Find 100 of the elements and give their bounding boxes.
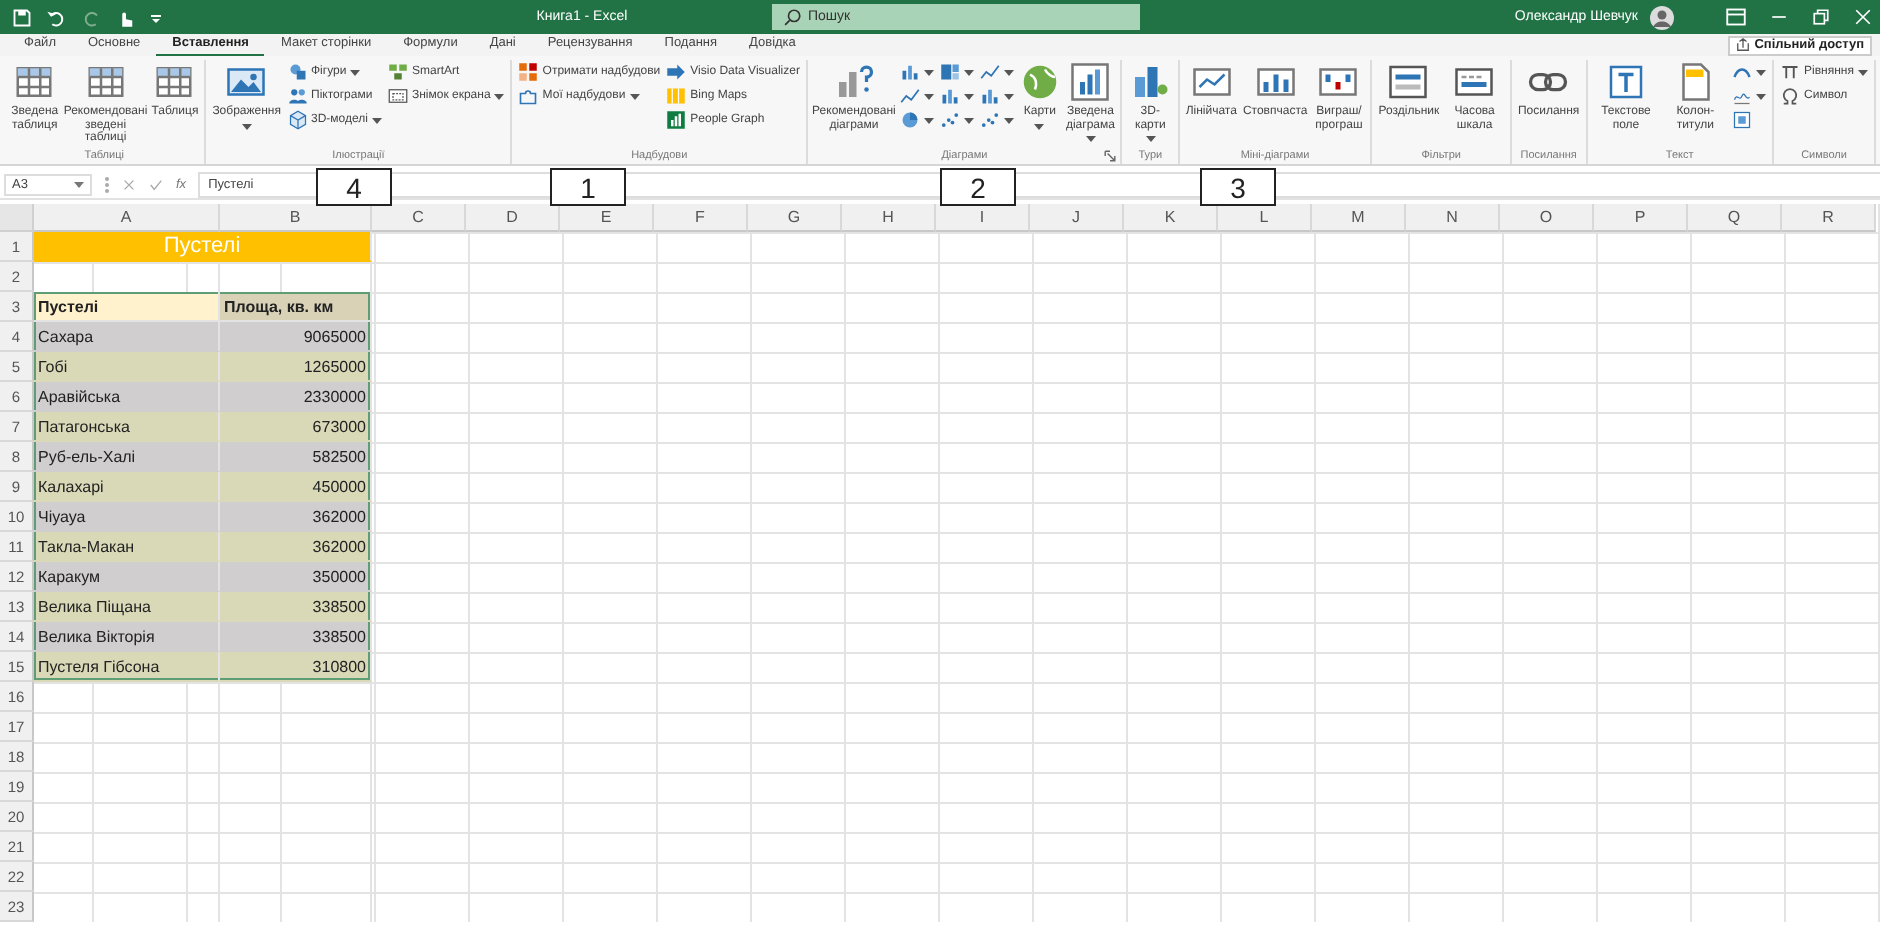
table-cell: Аравійська xyxy=(34,382,220,412)
ribbon-button[interactable] xyxy=(977,86,1016,106)
launcher-icon[interactable] xyxy=(1104,150,1117,162)
line-icon xyxy=(979,62,1000,82)
restore-icon[interactable] xyxy=(1812,8,1830,26)
cube-icon xyxy=(287,110,307,130)
ribbon-button[interactable] xyxy=(897,62,936,82)
table-cell: Сахара xyxy=(34,322,220,352)
caret-icon[interactable] xyxy=(148,9,164,25)
column-header[interactable]: N xyxy=(1406,204,1500,232)
check-icon[interactable] xyxy=(148,177,164,191)
map-icon xyxy=(666,86,687,106)
column-header[interactable]: F xyxy=(654,204,748,232)
object-icon xyxy=(1732,110,1753,130)
column-header[interactable]: I xyxy=(936,204,1030,232)
ribbon-button[interactable] xyxy=(897,110,936,130)
ribbon-button[interactable] xyxy=(1730,62,1769,82)
map3d-icon xyxy=(1130,62,1171,102)
column-header[interactable]: A xyxy=(34,204,220,232)
table-cell: 9065000 xyxy=(220,322,372,352)
graph-icon xyxy=(666,110,687,130)
callout-label: 3 xyxy=(1200,168,1276,206)
table-cell: Руб-ель-Халі xyxy=(34,442,220,472)
table-cell: Пустелі xyxy=(34,232,372,262)
column-header[interactable]: R xyxy=(1782,204,1876,232)
table-cell: Каракум xyxy=(34,562,220,592)
share-icon xyxy=(1736,38,1751,52)
column-header[interactable]: D xyxy=(466,204,560,232)
arrow-icon xyxy=(666,62,687,82)
scatter-icon xyxy=(939,110,960,130)
pie-icon xyxy=(899,110,920,130)
table-cell: Пустеля Гібсона xyxy=(34,652,220,682)
omega-icon xyxy=(1780,86,1801,106)
table-cell: Гобі xyxy=(34,352,220,382)
picture-icon xyxy=(226,62,267,102)
line-icon xyxy=(899,86,920,106)
scatter-icon xyxy=(979,110,1000,130)
close-icon[interactable] xyxy=(1854,8,1872,26)
table-cell: Площа, кв. км xyxy=(220,292,372,322)
table-cell: 582500 xyxy=(220,442,372,472)
ribbon-button[interactable] xyxy=(977,62,1016,82)
table-cell: 673000 xyxy=(220,412,372,442)
pivotchart-icon xyxy=(1070,62,1111,102)
table-cell: 338500 xyxy=(220,592,372,622)
callout-label: 4 xyxy=(316,168,392,206)
table-cell: Калахарі xyxy=(34,472,220,502)
table-cell: Велика Піщана xyxy=(34,592,220,622)
table-cell: 450000 xyxy=(220,472,372,502)
column-header[interactable]: M xyxy=(1312,204,1406,232)
ribbon-button[interactable] xyxy=(897,86,936,106)
undo-icon[interactable] xyxy=(44,7,68,27)
column-header[interactable]: P xyxy=(1594,204,1688,232)
table-cell: Велика Вікторія xyxy=(34,622,220,652)
table-cell: 2330000 xyxy=(220,382,372,412)
table-cell: 310800 xyxy=(220,652,372,682)
column-header[interactable]: B xyxy=(220,204,372,232)
column-header[interactable]: H xyxy=(842,204,936,232)
column-header[interactable]: K xyxy=(1124,204,1218,232)
table-cell: 1265000 xyxy=(220,352,372,382)
textbox-icon xyxy=(1605,62,1646,102)
arc-icon xyxy=(1732,62,1753,82)
ribbon-button[interactable] xyxy=(937,62,976,82)
callout-label: 2 xyxy=(940,168,1016,206)
column-header[interactable]: Q xyxy=(1688,204,1782,232)
bars-icon xyxy=(899,62,920,82)
avatar[interactable] xyxy=(1650,5,1674,29)
callout-label: 1 xyxy=(550,168,626,206)
globe-icon xyxy=(1019,62,1060,102)
hand-icon[interactable] xyxy=(116,7,136,27)
chart-icon xyxy=(833,62,874,102)
people-icon xyxy=(287,86,307,106)
treemap-icon xyxy=(939,62,960,82)
shapes-icon xyxy=(287,62,307,82)
ribbon-button[interactable] xyxy=(937,110,976,130)
ribbon-button[interactable] xyxy=(937,86,976,106)
column-header[interactable]: E xyxy=(560,204,654,232)
table-icon xyxy=(85,62,126,102)
grip-icon xyxy=(104,175,110,193)
column-header[interactable]: C xyxy=(372,204,466,232)
equation-icon xyxy=(1780,62,1801,82)
table-cell: Чіуауа xyxy=(34,502,220,532)
ribbon-display-icon[interactable] xyxy=(1726,8,1746,26)
column-header[interactable]: L xyxy=(1218,204,1312,232)
sparkcol-icon xyxy=(1255,62,1296,102)
table-icon xyxy=(154,62,195,102)
table-cell: 338500 xyxy=(220,622,372,652)
column-header[interactable]: G xyxy=(748,204,842,232)
table-cell: Патагонська xyxy=(34,412,220,442)
table-cell: 362000 xyxy=(220,502,372,532)
screenshot-icon xyxy=(387,86,408,106)
slicer-icon xyxy=(1388,62,1429,102)
bars-icon xyxy=(979,86,1000,106)
column-header[interactable]: O xyxy=(1500,204,1594,232)
diagram-icon xyxy=(387,62,408,82)
ribbon-button[interactable] xyxy=(977,110,1016,130)
caret-icon xyxy=(74,181,84,187)
save-icon[interactable] xyxy=(12,7,32,27)
table-icon xyxy=(14,62,55,102)
column-header[interactable]: J xyxy=(1030,204,1124,232)
winloss-icon xyxy=(1318,62,1359,102)
